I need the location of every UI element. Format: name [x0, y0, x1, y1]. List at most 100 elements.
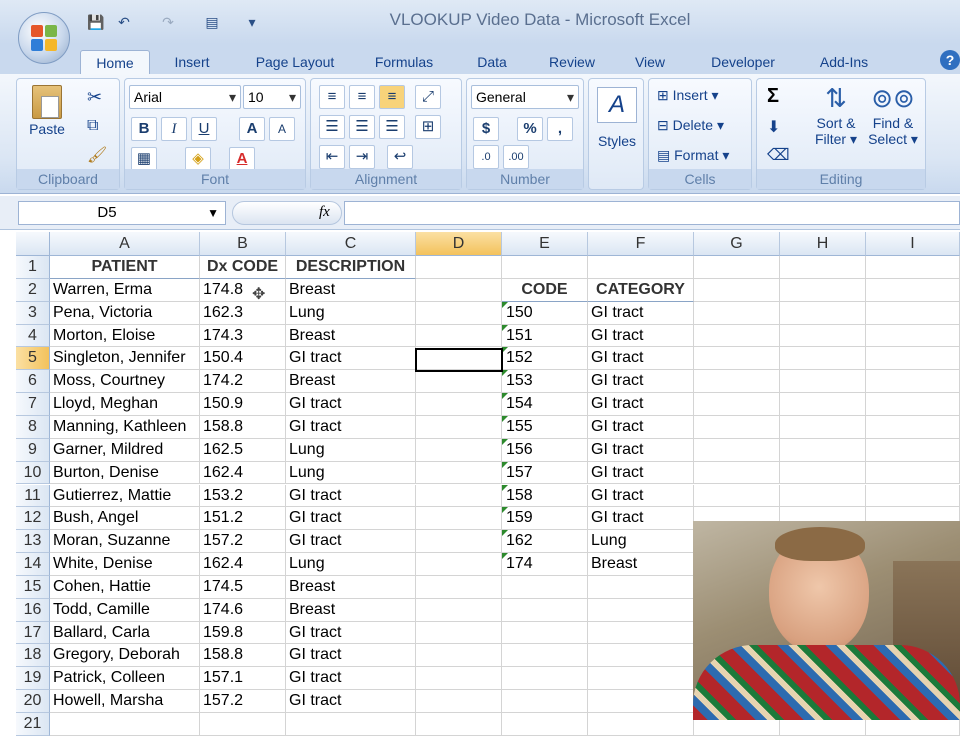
shrink-font-button[interactable]: A	[269, 117, 295, 141]
cell-d7[interactable]	[416, 393, 502, 416]
tab-add-ins[interactable]: Add-Ins	[806, 50, 882, 74]
cell-f14[interactable]: Breast	[588, 553, 694, 576]
cell-e20[interactable]	[502, 690, 588, 713]
cell-f21[interactable]	[588, 713, 694, 736]
cell-b19[interactable]: 157.1	[200, 667, 286, 691]
cell-f12[interactable]: GI tract	[588, 507, 694, 531]
cell-c5[interactable]: GI tract	[286, 347, 416, 371]
fill-color-icon[interactable]: ◈	[185, 147, 211, 171]
font-color-icon[interactable]: A	[229, 147, 255, 171]
help-icon[interactable]: ?	[940, 50, 960, 70]
cell-h8[interactable]	[780, 415, 866, 439]
cell-d19[interactable]	[416, 667, 502, 691]
row-header-20[interactable]: 20	[16, 690, 50, 713]
cell-a15[interactable]: Cohen, Hattie	[50, 575, 200, 599]
cell-f2[interactable]: CATEGORY	[588, 278, 694, 302]
cell-d11[interactable]	[416, 484, 502, 508]
grow-font-button[interactable]: A	[239, 117, 265, 141]
column-header-a[interactable]: A	[50, 232, 200, 256]
cell-a16[interactable]: Todd, Camille	[50, 598, 200, 622]
cell-a4[interactable]: Morton, Eloise	[50, 324, 200, 348]
row-header-9[interactable]: 9	[16, 438, 50, 462]
active-cell-cursor[interactable]	[415, 348, 503, 372]
cell-f10[interactable]: GI tract	[588, 461, 694, 485]
cell-e2[interactable]: CODE	[502, 278, 588, 302]
align-bottom-icon[interactable]: ≡	[379, 85, 405, 109]
cell-f8[interactable]: GI tract	[588, 415, 694, 439]
cell-c18[interactable]: GI tract	[286, 644, 416, 668]
styles-icon[interactable]: A	[597, 87, 637, 123]
chevron-down-icon[interactable]: ▼	[207, 202, 219, 224]
cell-d17[interactable]	[416, 621, 502, 645]
tab-developer[interactable]: Developer	[700, 50, 786, 74]
cell-g1[interactable]	[694, 256, 780, 279]
copy-icon[interactable]: ⧉	[87, 117, 98, 135]
cell-g6[interactable]	[694, 370, 780, 394]
bold-button[interactable]: B	[131, 117, 157, 141]
cell-i1[interactable]	[866, 256, 960, 279]
cell-c19[interactable]: GI tract	[286, 667, 416, 691]
cell-i10[interactable]	[866, 461, 960, 485]
cell-d15[interactable]	[416, 575, 502, 599]
decrease-decimal-icon[interactable]: .00	[503, 145, 529, 169]
delete-cells-button[interactable]: ⊟ Delete ▾	[657, 117, 724, 134]
cell-e3[interactable]: 150	[502, 301, 588, 325]
cell-e11[interactable]: 158	[502, 484, 588, 508]
cell-b1[interactable]: Dx CODE	[200, 256, 286, 279]
wrap-text-icon[interactable]: ↩	[387, 145, 413, 169]
customize-quick-access-icon[interactable]: ▾	[240, 10, 264, 32]
cell-d13[interactable]	[416, 530, 502, 554]
cell-a14[interactable]: White, Denise	[50, 553, 200, 576]
cell-f9[interactable]: GI tract	[588, 438, 694, 462]
cell-a8[interactable]: Manning, Kathleen	[50, 415, 200, 439]
row-header-1[interactable]: 1	[16, 256, 50, 279]
cell-e15[interactable]	[502, 575, 588, 599]
tab-insert[interactable]: Insert	[160, 50, 224, 74]
cell-a1[interactable]: PATIENT	[50, 256, 200, 279]
cell-e12[interactable]: 159	[502, 507, 588, 531]
cell-b14[interactable]: 162.4	[200, 553, 286, 576]
tab-review[interactable]: Review	[540, 50, 604, 74]
cell-i7[interactable]	[866, 393, 960, 416]
increase-indent-icon[interactable]: ⇥	[349, 145, 375, 169]
cell-d18[interactable]	[416, 644, 502, 668]
tab-page-layout[interactable]: Page Layout	[240, 50, 350, 74]
align-right-icon[interactable]: ☰	[379, 115, 405, 139]
cell-e14[interactable]: 174	[502, 553, 588, 576]
cell-e16[interactable]	[502, 598, 588, 622]
styles-button[interactable]: Styles	[589, 133, 645, 149]
row-header-8[interactable]: 8	[16, 415, 50, 439]
cell-c14[interactable]: Lung	[286, 553, 416, 576]
cell-g7[interactable]	[694, 393, 780, 416]
decrease-indent-icon[interactable]: ⇤	[319, 145, 345, 169]
cut-icon[interactable]: ✂	[87, 87, 102, 108]
cell-c2[interactable]: Breast	[286, 278, 416, 302]
cell-a21[interactable]	[50, 713, 200, 736]
column-header-g[interactable]: G	[694, 232, 780, 256]
underline-button[interactable]: U	[191, 117, 217, 141]
fill-icon[interactable]: ⬇	[767, 117, 780, 137]
cell-c12[interactable]: GI tract	[286, 507, 416, 531]
row-header-2[interactable]: 2	[16, 278, 50, 302]
cell-f19[interactable]	[588, 667, 694, 691]
cell-e1[interactable]	[502, 256, 588, 279]
cell-d14[interactable]	[416, 553, 502, 576]
cell-b6[interactable]: 174.2	[200, 370, 286, 394]
cell-g2[interactable]	[694, 278, 780, 302]
cell-e17[interactable]	[502, 621, 588, 645]
cell-c15[interactable]: Breast	[286, 575, 416, 599]
cell-e13[interactable]: 162	[502, 530, 588, 554]
column-header-f[interactable]: F	[588, 232, 694, 256]
cell-a12[interactable]: Bush, Angel	[50, 507, 200, 531]
select-all-button[interactable]	[16, 232, 50, 256]
cell-h11[interactable]	[780, 484, 866, 508]
cell-f15[interactable]	[588, 575, 694, 599]
formula-input[interactable]	[344, 201, 960, 225]
tab-formulas[interactable]: Formulas	[364, 50, 444, 74]
cell-a19[interactable]: Patrick, Colleen	[50, 667, 200, 691]
currency-button[interactable]: $	[473, 117, 499, 141]
cell-i3[interactable]	[866, 301, 960, 325]
cell-c9[interactable]: Lung	[286, 438, 416, 462]
cell-f13[interactable]: Lung	[588, 530, 694, 554]
cell-a11[interactable]: Gutierrez, Mattie	[50, 484, 200, 508]
